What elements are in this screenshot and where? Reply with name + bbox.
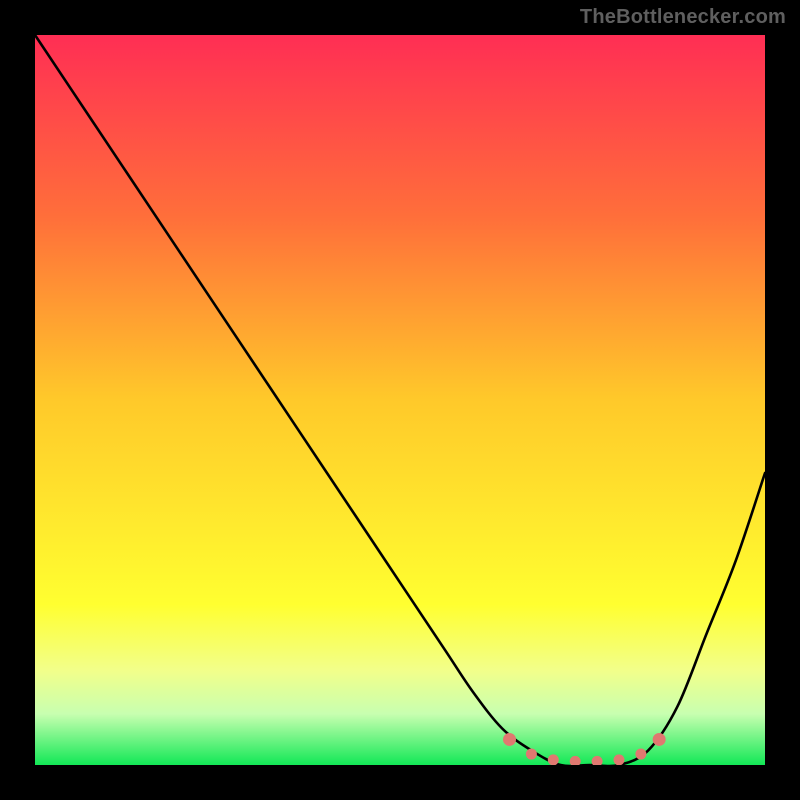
plot-area — [35, 35, 765, 765]
sweet-spot-dot — [635, 749, 646, 760]
watermark-text: TheBottlenecker.com — [580, 6, 786, 29]
chart-frame: TheBottlenecker.com — [0, 0, 800, 800]
sweet-spot-dot — [592, 756, 603, 765]
chart-overlay — [35, 35, 765, 765]
sweet-spot-dot — [526, 749, 537, 760]
sweet-spot-dot — [503, 733, 516, 746]
bottleneck-curve — [35, 35, 765, 765]
sweet-spot-dot — [653, 733, 666, 746]
sweet-spot-dot — [614, 754, 625, 765]
sweet-spot-dot — [548, 754, 559, 765]
sweet-spot-dot — [570, 756, 581, 765]
